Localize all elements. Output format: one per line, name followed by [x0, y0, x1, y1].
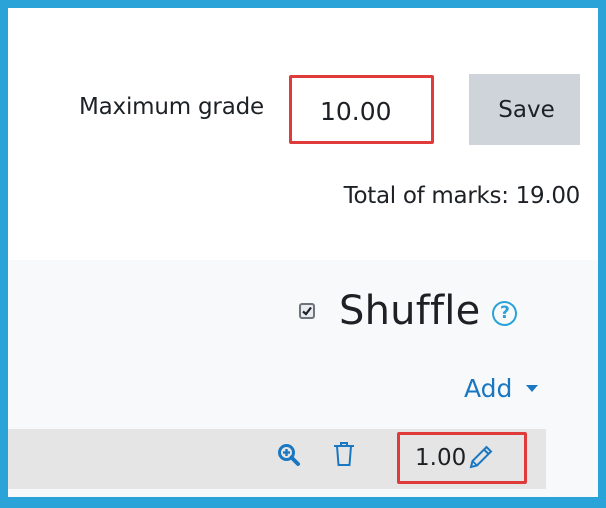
- shuffle-checkbox[interactable]: [299, 303, 315, 319]
- help-icon[interactable]: ?: [492, 300, 518, 326]
- magnifier-plus-icon[interactable]: [277, 443, 301, 467]
- save-button[interactable]: Save: [469, 74, 580, 145]
- max-grade-label: Maximum grade: [79, 94, 264, 120]
- shuffle-row: Shuffle ?: [299, 286, 518, 336]
- checkmark-icon: [302, 306, 312, 316]
- question-mark-value: 1.00: [415, 445, 467, 471]
- total-of-marks: Total of marks: 19.00: [343, 183, 581, 209]
- shuffle-label: Shuffle: [339, 288, 481, 334]
- frame-bottom-border: [0, 497, 606, 508]
- pencil-icon[interactable]: [468, 444, 494, 470]
- trash-icon[interactable]: [333, 441, 355, 467]
- caret-down-icon: [526, 385, 539, 392]
- question-mark-box[interactable]: 1.00: [397, 432, 527, 484]
- max-grade-input[interactable]: [289, 75, 434, 144]
- add-label: Add: [464, 374, 513, 403]
- add-menu[interactable]: Add: [464, 374, 539, 403]
